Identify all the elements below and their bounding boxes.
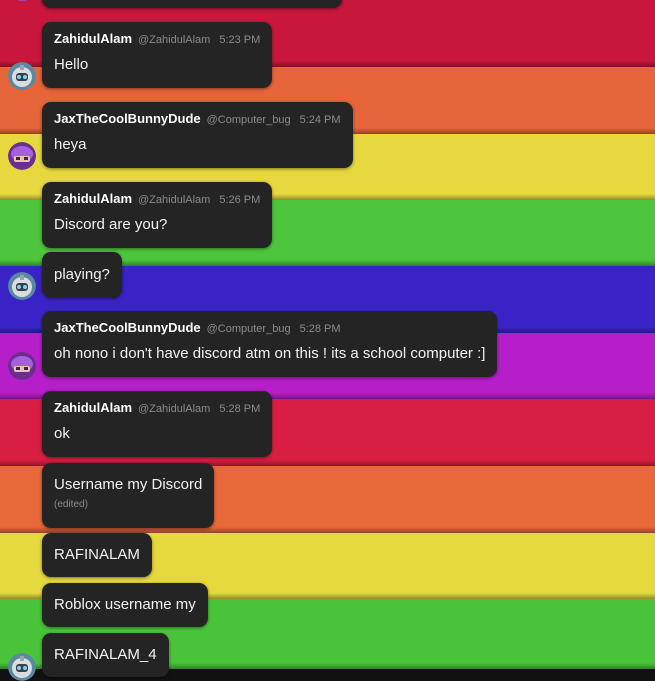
message-timestamp: 5:23 PM — [219, 34, 261, 46]
message-bubble[interactable]: ZahidulAlam @ZahidulAlam 5:23 PM Hello — [42, 22, 273, 88]
message-handle: @ZahidulAlam — [138, 403, 211, 415]
message-text: Username my Discord — [54, 476, 203, 493]
message-author[interactable]: ZahidulAlam — [54, 191, 132, 206]
purple-avatar-icon[interactable] — [8, 352, 36, 380]
message-text: oh nono i don't have discord atm on this… — [54, 345, 486, 362]
message-timestamp: 5:28 PM — [299, 323, 341, 335]
message-bubble[interactable]: ZahidulAlam @ZahidulAlam 5:28 PM ok — [42, 391, 273, 457]
purple-avatar-icon — [16, 0, 28, 1]
edited-label: (edited) — [54, 499, 88, 510]
message-author[interactable]: ZahidulAlam — [54, 400, 132, 415]
purple-avatar-icon[interactable] — [8, 142, 36, 170]
message-timestamp: 5:28 PM — [219, 403, 261, 415]
message-text: playing? — [54, 266, 110, 283]
message-handle: @ZahidulAlam — [138, 194, 211, 206]
message-handle: @ZahidulAlam — [138, 34, 211, 46]
message-timestamp: 5:24 PM — [299, 114, 341, 126]
message-text: heya — [54, 136, 87, 153]
message-author[interactable]: JaxTheCoolBunnyDude — [54, 111, 201, 126]
message-text: Discord are you? — [54, 216, 168, 233]
robot-avatar-icon[interactable] — [8, 62, 36, 90]
message-text: Roblox username my — [54, 596, 196, 613]
message-author[interactable]: ZahidulAlam — [54, 31, 132, 46]
message-text: ok — [54, 425, 70, 442]
message-handle: @Computer_bug — [206, 323, 291, 335]
message-bubble[interactable]: Username my Discord (edited) — [42, 463, 215, 528]
message-bubble[interactable]: Roblox username my — [42, 583, 208, 627]
message-author[interactable]: JaxTheCoolBunnyDude — [54, 320, 201, 335]
message-bubble-previous[interactable] — [42, 0, 342, 8]
message-text: Hello — [54, 56, 89, 73]
message-bubble[interactable]: JaxTheCoolBunnyDude @Computer_bug 5:28 P… — [42, 311, 498, 377]
message-bubble[interactable]: RAFINALAM_4 — [42, 633, 169, 677]
message-bubble[interactable]: JaxTheCoolBunnyDude @Computer_bug 5:24 P… — [42, 102, 353, 168]
robot-avatar-icon[interactable] — [8, 653, 36, 681]
message-bubble[interactable]: RAFINALAM — [42, 533, 152, 577]
robot-avatar-icon[interactable] — [8, 272, 36, 300]
message-bubble[interactable]: playing? — [42, 252, 122, 298]
message-text: RAFINALAM_4 — [54, 646, 157, 663]
message-handle: @Computer_bug — [206, 114, 291, 126]
message-timestamp: 5:26 PM — [219, 194, 261, 206]
message-bubble[interactable]: ZahidulAlam @ZahidulAlam 5:26 PM Discord… — [42, 182, 273, 248]
message-text: RAFINALAM — [54, 546, 140, 563]
